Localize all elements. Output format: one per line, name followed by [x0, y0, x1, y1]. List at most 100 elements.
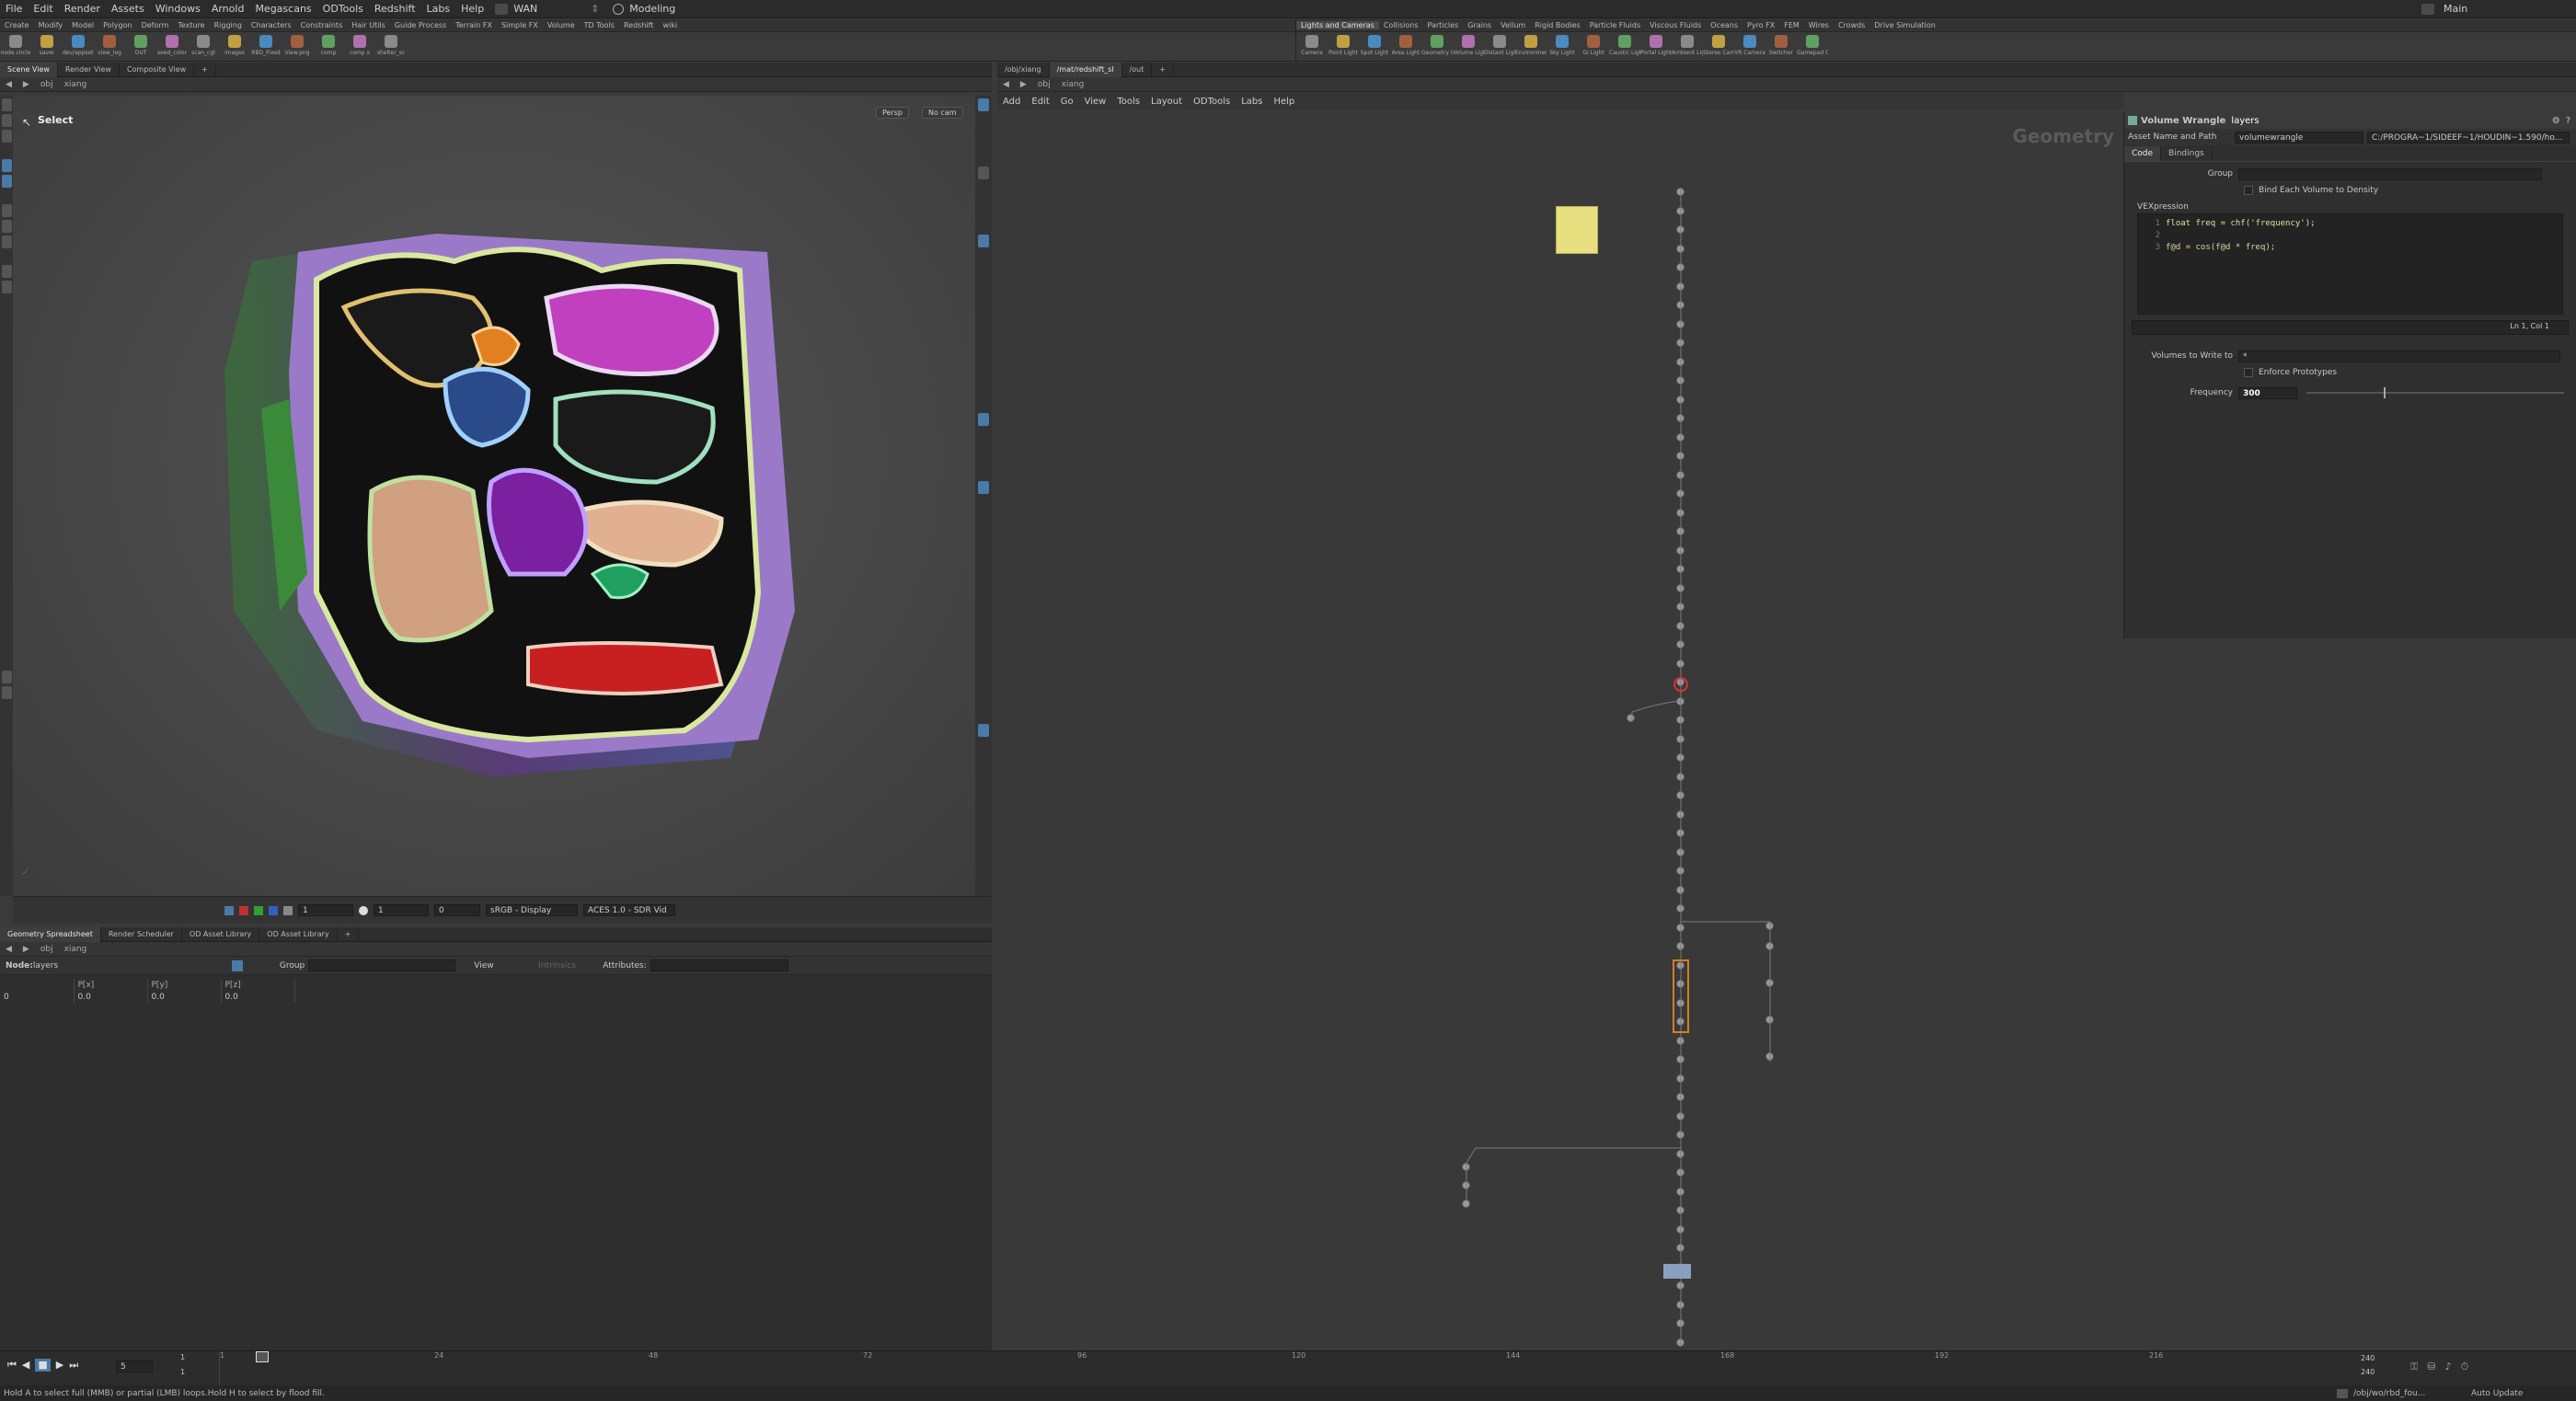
display-options-icon[interactable] [978, 98, 989, 111]
shelf-tool[interactable]: node circle [0, 32, 31, 56]
tab-bindings[interactable]: Bindings [2161, 146, 2213, 161]
network-menu-item[interactable]: Help [1268, 97, 1300, 107]
group-field[interactable] [2238, 167, 2542, 180]
brush-icon[interactable] [1, 265, 12, 278]
points-attribute-icon[interactable] [231, 959, 243, 971]
network-editor-right[interactable] [2123, 638, 2576, 1350]
shelf-tool[interactable]: Volume Light [1453, 32, 1484, 56]
tab-out[interactable]: /out [1122, 62, 1153, 77]
crumb-geo[interactable]: xiang [59, 80, 93, 89]
range-end-field-2[interactable]: 240 [2361, 1368, 2375, 1376]
shelf-tool[interactable]: Stereo Camera [1703, 32, 1734, 56]
shelf-tab[interactable]: Wires [1804, 21, 1834, 29]
blue-channel-icon[interactable] [269, 905, 278, 915]
menu-file[interactable]: File [0, 3, 28, 15]
shelf-tool[interactable]: seed_color [156, 32, 188, 56]
shelf-tab[interactable]: Particle Fluids [1585, 21, 1645, 29]
menu-redshift[interactable]: Redshift [369, 3, 421, 15]
shelf-tool[interactable]: Caustic Light [1609, 32, 1640, 56]
shelf-tab[interactable]: Create [0, 21, 34, 29]
alpha-channel-icon[interactable] [283, 905, 293, 915]
auto-update-menu[interactable]: Auto Update [2464, 1389, 2556, 1398]
jump-end-icon[interactable]: ⏭ [69, 1359, 78, 1372]
asset-path-field[interactable]: C:/PROGRA~1/SIDEEF~1/HOUDIN~1.590/ho... [2367, 131, 2570, 144]
network-menu-item[interactable]: ODTools [1188, 97, 1236, 107]
shelf-tab[interactable]: Deform [137, 21, 174, 29]
shelf-tab[interactable]: Modify [34, 21, 68, 29]
move-tool-icon[interactable] [1, 114, 12, 127]
step-back-icon[interactable]: ◀ [22, 1359, 29, 1372]
shelf-tool[interactable]: Environment Light [1515, 32, 1547, 56]
view-lut-select[interactable]: ACES 1.0 - SDR Vid [583, 904, 675, 916]
workspace-selector[interactable]: Main [2438, 3, 2576, 15]
sheet-column-header[interactable]: P[x] [74, 979, 148, 992]
param-node-name[interactable]: layers [2231, 116, 2259, 126]
shelf-tab[interactable]: Terrain FX [451, 21, 497, 29]
frequency-slider-handle[interactable] [2384, 387, 2386, 398]
sheet-column-header[interactable] [0, 979, 75, 992]
shelf-tool[interactable]: view_log [94, 32, 125, 56]
tab-od-asset-library[interactable]: OD Asset Library [182, 926, 260, 942]
sheet-column-header[interactable]: P[z] [221, 979, 295, 992]
network-back-icon[interactable]: ◀ [997, 80, 1015, 89]
frequency-slider[interactable] [2306, 387, 2564, 398]
shelf-tab[interactable]: Hair Utils [347, 21, 390, 29]
shelf-tab[interactable]: Texture [173, 21, 209, 29]
sheet-attributes-field[interactable] [650, 959, 788, 971]
snapshot-icon[interactable] [224, 905, 234, 915]
tab-scene-view[interactable]: Scene View [0, 62, 58, 77]
menu-assets[interactable]: Assets [106, 3, 150, 15]
shelf-tab[interactable]: Simple FX [497, 21, 543, 29]
key-icon[interactable]: ⚿ [2410, 1361, 2418, 1373]
menu-render[interactable]: Render [59, 3, 106, 15]
add-sheet-tab-button[interactable]: + [338, 926, 360, 942]
rotate-tool-icon[interactable] [1, 130, 12, 143]
shelf-tab[interactable]: wiki [658, 21, 682, 29]
shelf-tab[interactable]: Grains [1463, 21, 1496, 29]
tab-mat-redshift[interactable]: /mat/redshift_sl [1049, 62, 1122, 77]
network-menu-item[interactable]: Labs [1236, 97, 1268, 107]
shelf-tab[interactable]: Particles [1423, 21, 1464, 29]
shelf-tab[interactable]: Rigid Bodies [1530, 21, 1584, 29]
desktop-selector[interactable]: WAN [508, 3, 591, 15]
ghost-icon[interactable] [978, 481, 989, 494]
shelf-tool[interactable]: VR Camera [1734, 32, 1765, 56]
network-menu-item[interactable]: Layout [1145, 97, 1188, 107]
start-frame-field[interactable]: 1 [180, 1353, 185, 1361]
shelf-tab[interactable]: Crowds [1834, 21, 1869, 29]
add-tab-button[interactable]: + [194, 62, 216, 77]
network-menu-item[interactable]: Add [997, 97, 1026, 107]
shelf-tool[interactable]: scan_cgl [188, 32, 219, 56]
shelf-tool[interactable]: View.png [282, 32, 313, 56]
menu-odtools[interactable]: ODTools [317, 3, 369, 15]
shelf-tool[interactable]: Ambient Light [1672, 32, 1703, 56]
shelf-tab[interactable]: Viscous Fluids [1645, 21, 1706, 29]
vex-code-editor[interactable]: 1 float freq = chf('frequency'); 2 3 f@d =… [2137, 213, 2563, 315]
pose-icon[interactable] [1, 235, 12, 248]
lighting-icon[interactable] [978, 167, 989, 179]
sheet-view-menu[interactable]: View [474, 961, 529, 970]
shelf-tool[interactable]: RBD_Fixed [250, 32, 282, 56]
shelf-tab[interactable]: Volume [543, 21, 580, 29]
network-forward-icon[interactable]: ▶ [1015, 80, 1032, 89]
network-crumb-geo[interactable]: xiang [1056, 80, 1090, 89]
mode-selector[interactable]: Modeling [624, 3, 707, 15]
network-editor[interactable]: Geometry [997, 114, 2123, 1350]
tab-obj-geo[interactable]: /obj/xiang [997, 62, 1050, 77]
menu-windows[interactable]: Windows [150, 3, 206, 15]
shelf-tab[interactable]: Pyro FX [1742, 21, 1779, 29]
shelf-tool[interactable]: Gamepad Camera [1797, 32, 1828, 56]
realtime-icon[interactable]: ⏱ [2461, 1361, 2469, 1373]
asset-name-field[interactable]: volumewrangle [2235, 131, 2363, 144]
bind-density-checkbox[interactable] [2244, 186, 2253, 195]
shelf-tab[interactable]: Drive Simulation [1869, 21, 1939, 29]
points-mode-icon[interactable] [1, 159, 12, 172]
shelf-tool[interactable]: OUT [125, 32, 156, 56]
handle-icon[interactable] [1, 220, 12, 233]
crumb-obj[interactable]: obj [35, 80, 59, 89]
sheet-forward-icon[interactable]: ▶ [17, 945, 35, 954]
snap-icon[interactable] [1, 204, 12, 217]
shading-icon[interactable] [978, 235, 989, 247]
tab-render-view[interactable]: Render View [58, 62, 120, 77]
end-frame-field[interactable]: 1 [180, 1368, 185, 1376]
